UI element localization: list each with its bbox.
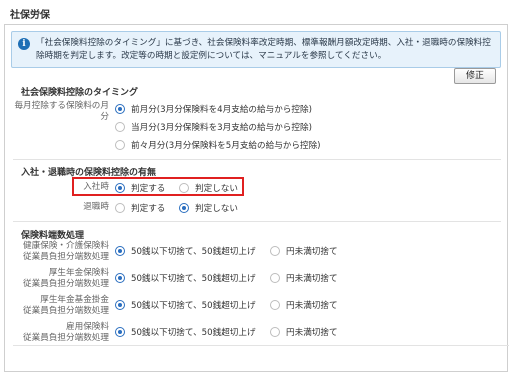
radio-unselected-icon bbox=[270, 273, 280, 283]
rounding-label-line1: 健康保険・介護保険料 bbox=[23, 241, 109, 251]
leave-judge-option[interactable]: 判定する bbox=[115, 202, 165, 214]
radio-unselected-icon bbox=[115, 203, 125, 213]
timing-option-two-months-prior[interactable]: 前々月分(3月分保険料を5月支給の給与から控除) bbox=[115, 139, 321, 151]
section-title-rounding: 保険料端数処理 bbox=[21, 231, 85, 241]
timing-option-label: 前々月分(3月分保険料を5月支給の給与から控除) bbox=[131, 141, 321, 151]
rounding-health-option-50sen[interactable]: 50銭以下切捨て、50銭超切上げ bbox=[115, 245, 256, 257]
rounding-option-label: 50銭以下切捨て、50銭超切上げ bbox=[131, 274, 256, 284]
rounding-label-health: 健康保険・介護保険料 従業員負担分端数処理 bbox=[13, 241, 109, 263]
rounding-label-line2: 従業員負担分端数処理 bbox=[23, 306, 109, 316]
leave-label: 退職時 bbox=[83, 202, 109, 212]
rounding-option-label: 円未満切捨て bbox=[286, 274, 338, 284]
radio-unselected-icon bbox=[115, 122, 125, 132]
rounding-label-line1: 雇用保険料 bbox=[66, 322, 109, 332]
rounding-fund-option-50sen[interactable]: 50銭以下切捨て、50銭超切上げ bbox=[115, 299, 256, 311]
leave-no-judge-label: 判定しない bbox=[195, 204, 238, 214]
rounding-option-label: 50銭以下切捨て、50銭超切上げ bbox=[131, 328, 256, 338]
edit-button[interactable]: 修正 bbox=[454, 68, 496, 84]
info-notice: i 「社会保険料控除のタイミング」に基づき、社会保険料率改定時期、標準報酬月額改… bbox=[11, 31, 501, 68]
radio-unselected-icon bbox=[270, 246, 280, 256]
radio-selected-icon bbox=[115, 327, 125, 337]
info-text: 「社会保険料控除のタイミング」に基づき、社会保険料率改定時期、標準報酬月額改定時… bbox=[36, 38, 491, 61]
timing-label: 毎月控除する保険料の月分 bbox=[14, 101, 109, 122]
rounding-option-label: 円未満切捨て bbox=[286, 301, 338, 311]
radio-unselected-icon bbox=[270, 327, 280, 337]
divider bbox=[13, 159, 501, 160]
radio-selected-icon bbox=[179, 203, 189, 213]
rounding-label-line2: 従業員負担分端数処理 bbox=[23, 333, 109, 343]
radio-selected-icon bbox=[115, 300, 125, 310]
rounding-label-pension: 厚生年金保険料 従業員負担分端数処理 bbox=[13, 268, 109, 290]
divider bbox=[13, 221, 501, 222]
section-title-timing: 社会保険料控除のタイミング bbox=[21, 88, 139, 98]
settings-panel: i 「社会保険料控除のタイミング」に基づき、社会保険料率改定時期、標準報酬月額改… bbox=[4, 24, 509, 372]
rounding-label-line2: 従業員負担分端数処理 bbox=[23, 252, 109, 262]
rounding-label-line2: 従業員負担分端数処理 bbox=[23, 279, 109, 289]
timing-option-label: 当月分(3月分保険料を3月支給の給与から控除) bbox=[131, 123, 312, 133]
radio-selected-icon bbox=[115, 273, 125, 283]
info-icon: i bbox=[18, 38, 30, 50]
rounding-employment-option-50sen[interactable]: 50銭以下切捨て、50銭超切上げ bbox=[115, 326, 256, 338]
rounding-label-line1: 厚生年金保険料 bbox=[48, 268, 109, 278]
page-title: 社保労保 bbox=[10, 10, 50, 21]
rounding-option-label: 50銭以下切捨て、50銭超切上げ bbox=[131, 301, 256, 311]
divider bbox=[13, 345, 509, 346]
rounding-option-label: 50銭以下切捨て、50銭超切上げ bbox=[131, 247, 256, 257]
rounding-option-label: 円未満切捨て bbox=[286, 247, 338, 257]
radio-selected-icon bbox=[115, 104, 125, 114]
rounding-health-option-truncate[interactable]: 円未満切捨て bbox=[270, 245, 338, 257]
highlight-box bbox=[72, 177, 244, 196]
rounding-pension-option-truncate[interactable]: 円未満切捨て bbox=[270, 272, 338, 284]
radio-selected-icon bbox=[115, 246, 125, 256]
leave-judge-label: 判定する bbox=[131, 204, 166, 214]
rounding-option-label: 円未満切捨て bbox=[286, 328, 338, 338]
rounding-label-line1: 厚生年金基金掛金 bbox=[40, 295, 109, 305]
radio-unselected-icon bbox=[270, 300, 280, 310]
leave-no-judge-option[interactable]: 判定しない bbox=[179, 202, 238, 214]
rounding-employment-option-truncate[interactable]: 円未満切捨て bbox=[270, 326, 338, 338]
timing-option-prev-month[interactable]: 前月分(3月分保険料を4月支給の給与から控除) bbox=[115, 103, 312, 115]
timing-option-label: 前月分(3月分保険料を4月支給の給与から控除) bbox=[131, 105, 312, 115]
rounding-label-employment: 雇用保険料 従業員負担分端数処理 bbox=[13, 322, 109, 344]
timing-option-current-month[interactable]: 当月分(3月分保険料を3月支給の給与から控除) bbox=[115, 121, 312, 133]
rounding-label-fund: 厚生年金基金掛金 従業員負担分端数処理 bbox=[13, 295, 109, 317]
radio-unselected-icon bbox=[115, 140, 125, 150]
rounding-fund-option-truncate[interactable]: 円未満切捨て bbox=[270, 299, 338, 311]
rounding-pension-option-50sen[interactable]: 50銭以下切捨て、50銭超切上げ bbox=[115, 272, 256, 284]
